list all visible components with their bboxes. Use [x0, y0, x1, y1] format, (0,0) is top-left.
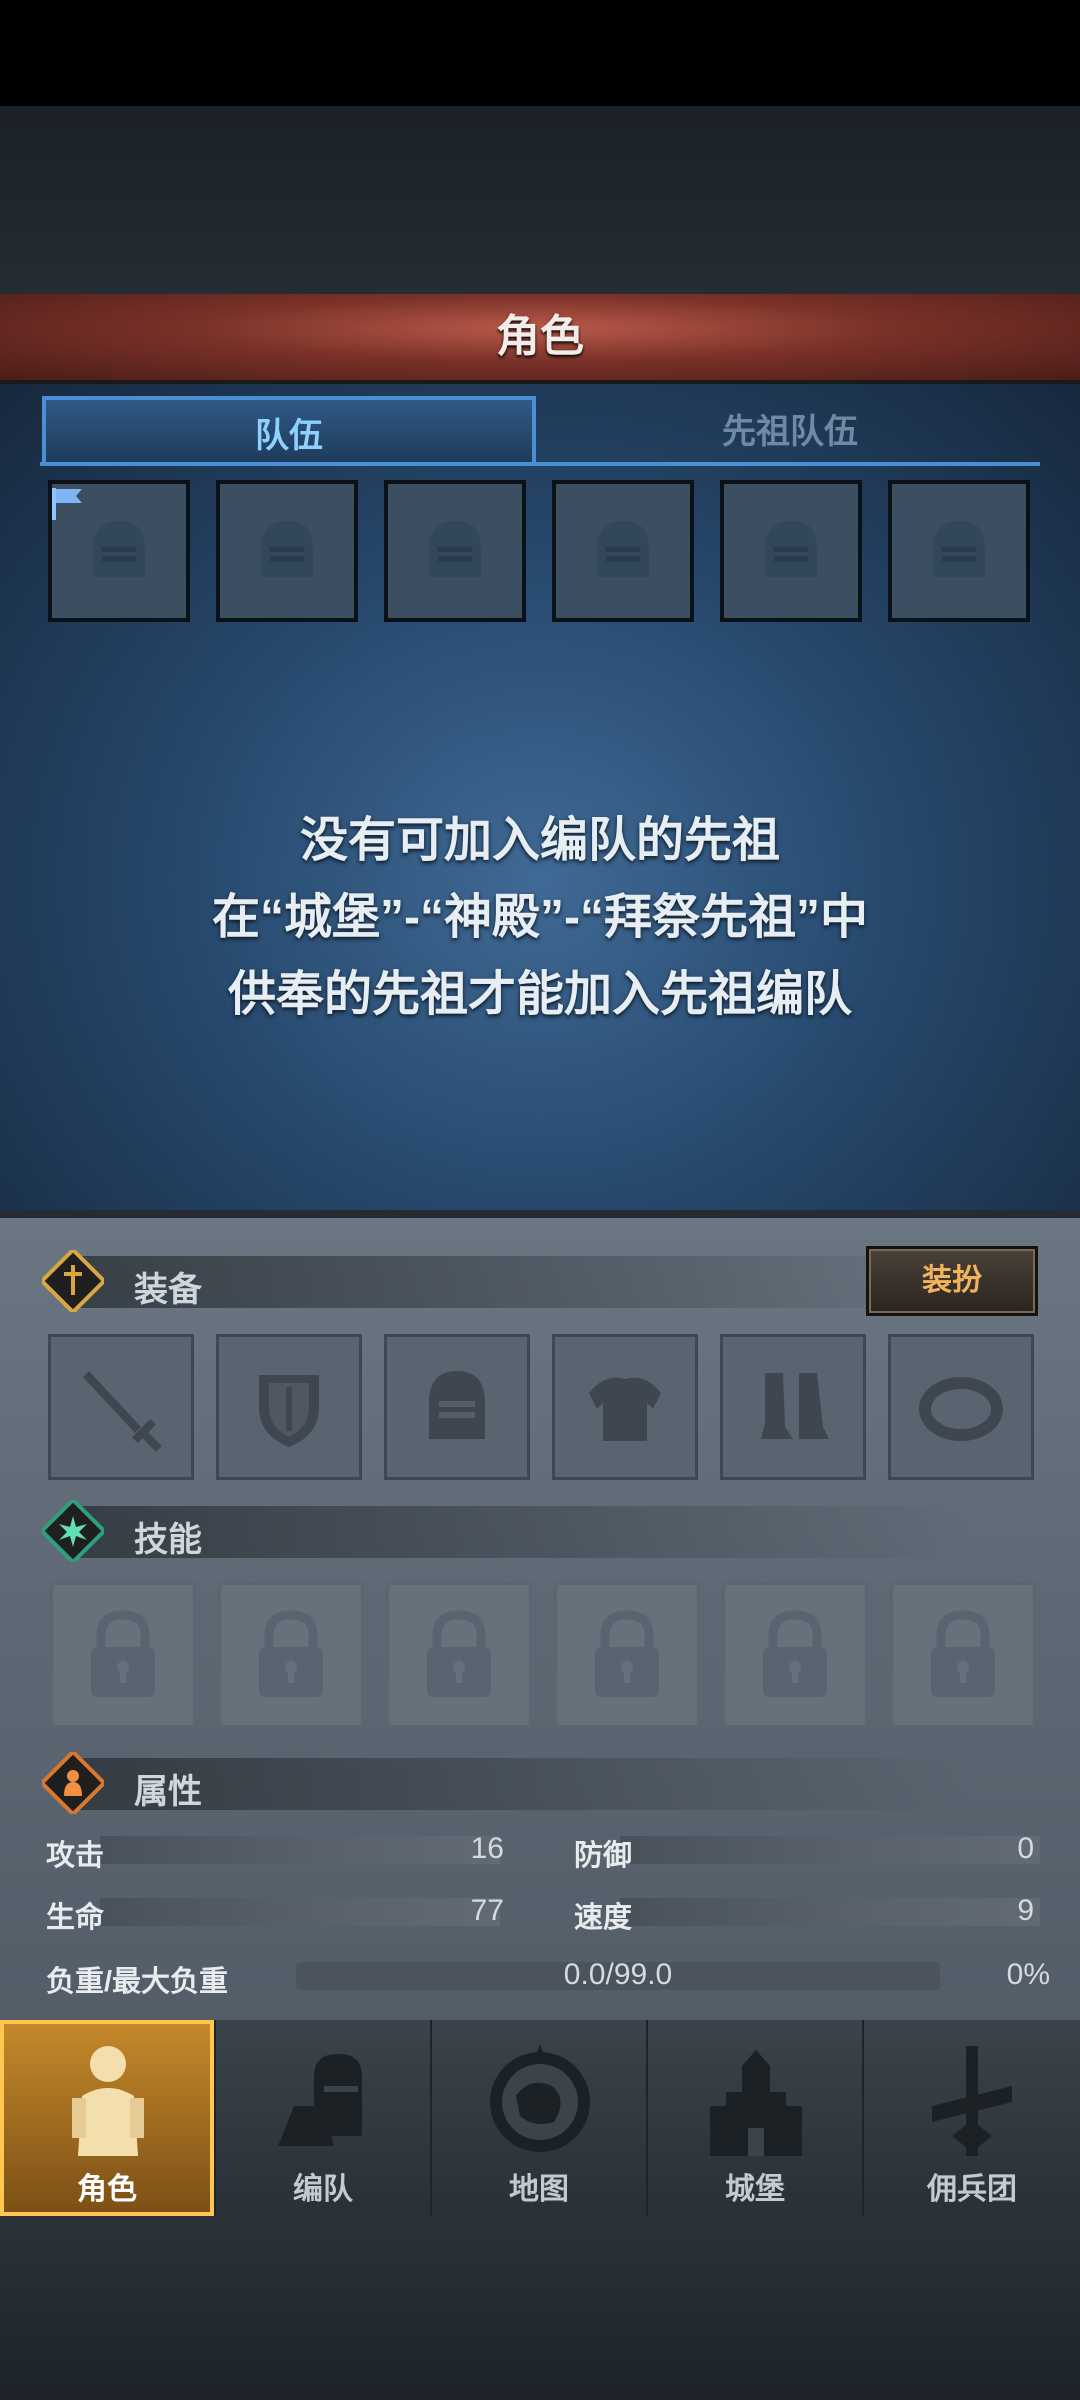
helmet-icon: [93, 520, 145, 577]
attributes-header-bar: [72, 1758, 972, 1810]
squad-icon: [278, 2054, 362, 2146]
equip-slot-armor[interactable]: [552, 1334, 698, 1480]
page-title: 角色: [496, 312, 584, 361]
empty-message-line-3: 供奉的先祖才能加入先祖编队: [227, 968, 852, 1021]
load-value: 0.0/99.0: [563, 1958, 673, 1991]
tab-ancestor-team[interactable]: 先祖队伍: [540, 396, 1040, 462]
nav-map-label: 地图: [509, 2173, 569, 2206]
nav-character[interactable]: 角色: [0, 2020, 216, 2216]
top-background: [0, 106, 1080, 294]
nav-character-label: 角色: [77, 2173, 137, 2206]
skill-slot-2[interactable]: [218, 1582, 364, 1728]
lock-icon: [91, 1610, 155, 1697]
castle-icon: [710, 2050, 802, 2156]
equip-slot-helmet[interactable]: [384, 1334, 530, 1480]
helmet-icon: [261, 520, 313, 577]
tab-ancestor-label: 先祖队伍: [722, 413, 858, 451]
nav-mercenary-label: 佣兵团: [927, 2173, 1017, 2206]
armor-icon: [589, 1377, 661, 1441]
shield-icon: [259, 1375, 319, 1447]
nav-map[interactable]: 地图: [432, 2020, 648, 2216]
skill-slot-1[interactable]: [50, 1582, 196, 1728]
speed-value: 9: [1017, 1894, 1034, 1927]
team-slot-4[interactable]: [552, 480, 694, 622]
equip-slot-shield[interactable]: [216, 1334, 362, 1480]
pawn-icon: [42, 1752, 104, 1814]
skills-header-bar: [72, 1506, 972, 1558]
lock-icon: [931, 1610, 995, 1697]
knight-icon: [72, 2046, 144, 2156]
star-burst-icon: [42, 1500, 104, 1562]
equip-slot-ring[interactable]: [888, 1334, 1034, 1480]
speed-label: 速度: [574, 1902, 633, 1934]
equip-slot-boots[interactable]: [720, 1334, 866, 1480]
equipment-title: 装备: [134, 1271, 202, 1309]
dagger-icon: [42, 1250, 104, 1312]
team-slot-3[interactable]: [384, 480, 526, 622]
compass-map-icon: [490, 2044, 590, 2152]
empty-message-line-1: 没有可加入编队的先祖: [299, 814, 780, 867]
mercenary-icon: [932, 2046, 1012, 2156]
helmet-icon: [429, 1371, 485, 1439]
hp-value: 77: [470, 1894, 504, 1927]
sword-icon: [83, 1371, 162, 1452]
helmet-icon: [933, 520, 985, 577]
skill-slot-4[interactable]: [554, 1582, 700, 1728]
lock-icon: [259, 1610, 323, 1697]
dress-up-button[interactable]: 装扮: [866, 1246, 1038, 1316]
attributes-title: 属性: [134, 1773, 202, 1811]
nav-squad[interactable]: 编队: [216, 2020, 432, 2216]
nav-squad-label: 编队: [293, 2173, 353, 2206]
helmet-icon: [429, 520, 481, 577]
lock-icon: [595, 1610, 659, 1697]
team-slot-5[interactable]: [720, 480, 862, 622]
skills-title: 技能: [134, 1521, 202, 1559]
bottom-background: [0, 2216, 1080, 2400]
nav-castle[interactable]: 城堡: [648, 2020, 864, 2216]
defense-label: 防御: [574, 1840, 633, 1872]
ring-icon: [919, 1377, 1003, 1441]
equip-slot-weapon[interactable]: [48, 1334, 194, 1480]
skill-slot-5[interactable]: [722, 1582, 868, 1728]
team-slot-6[interactable]: [888, 480, 1030, 622]
tab-team-label: 队伍: [255, 417, 323, 455]
load-label: 负重/最大负重: [46, 1966, 229, 1998]
load-percent: 0%: [1006, 1958, 1050, 1991]
helmet-icon: [597, 520, 649, 577]
helmet-icon: [765, 520, 817, 577]
equipment-header-bar: [72, 1256, 972, 1308]
skill-slot-3[interactable]: [386, 1582, 532, 1728]
attack-value: 16: [470, 1832, 504, 1865]
lock-icon: [427, 1610, 491, 1697]
nav-mercenary[interactable]: 佣兵团: [864, 2020, 1080, 2216]
defense-value: 0: [1017, 1832, 1034, 1865]
flag-icon: [52, 488, 82, 520]
team-slot-2[interactable]: [216, 480, 358, 622]
skill-slot-6[interactable]: [890, 1582, 1036, 1728]
attack-label: 攻击: [46, 1840, 105, 1872]
status-bar: [0, 0, 1080, 106]
tab-team[interactable]: 队伍: [42, 396, 536, 462]
empty-message-line-2: 在“城堡”-“神殿”-“拜祭先祖”中: [212, 891, 868, 944]
lock-icon: [763, 1610, 827, 1697]
boots-icon: [761, 1373, 829, 1439]
nav-castle-label: 城堡: [725, 2173, 785, 2206]
hp-label: 生命: [46, 1902, 105, 1934]
